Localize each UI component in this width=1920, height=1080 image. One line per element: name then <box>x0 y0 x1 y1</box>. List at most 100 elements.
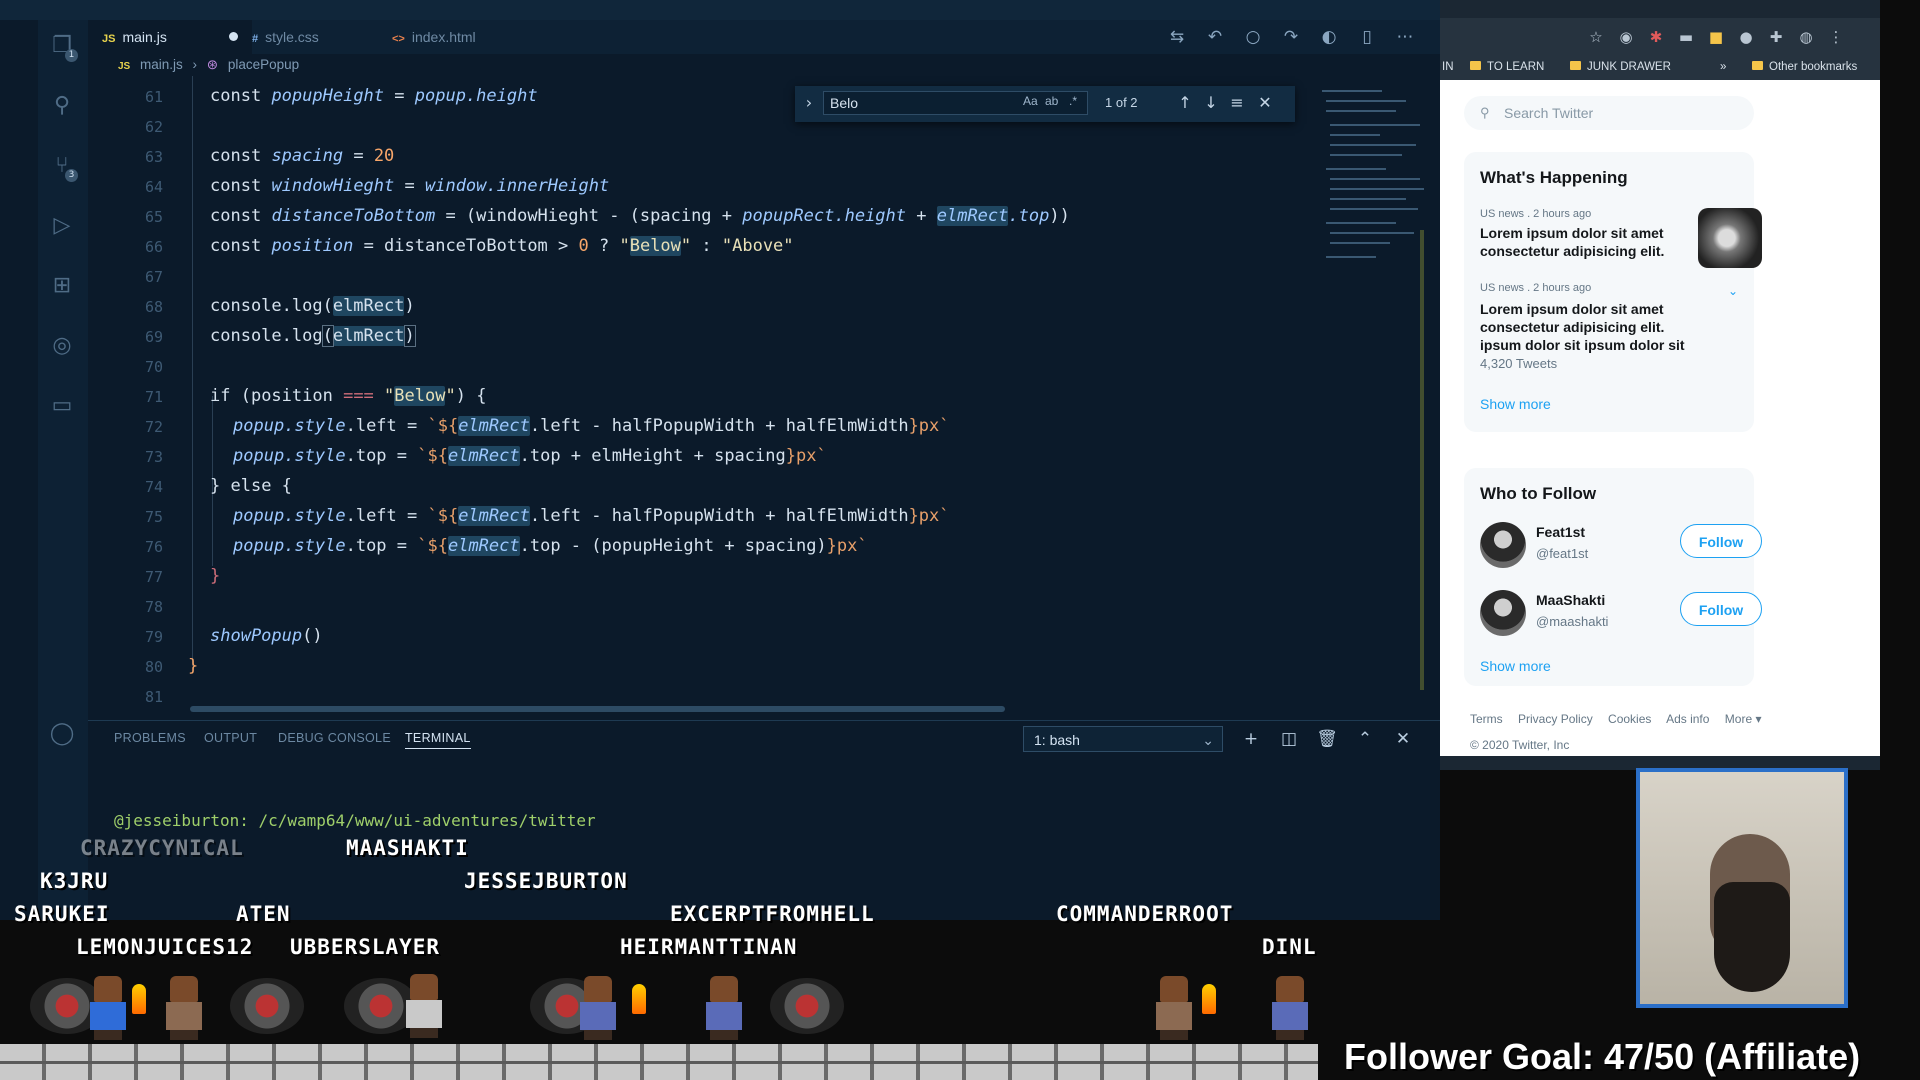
bottom-panel: PROBLEMS OUTPUT DEBUG CONSOLE TERMINAL 1… <box>88 720 1440 920</box>
follow-button[interactable]: Follow <box>1680 592 1762 626</box>
user-handle: @maashakti <box>1536 614 1609 629</box>
tab-terminal[interactable]: TERMINAL <box>405 731 471 749</box>
terminal-prompt[interactable]: @jesseiburton: /c/wamp64/www/ui-adventur… <box>114 811 596 830</box>
close-find-icon[interactable]: ✕ <box>1255 92 1275 114</box>
go-forward-icon[interactable]: ↷ <box>1280 26 1302 48</box>
maximize-panel-icon[interactable]: ⌃ <box>1354 729 1376 749</box>
extensions-icon[interactable]: ⊞ <box>48 272 76 300</box>
show-more-link[interactable]: Show more <box>1480 658 1551 674</box>
user-name[interactable]: Feat1st <box>1536 524 1585 540</box>
bookmarks-bar: IN TO LEARN JUNK DRAWER » Other bookmark… <box>1440 56 1880 80</box>
card-title: Who to Follow <box>1480 484 1597 503</box>
new-terminal-icon[interactable]: + <box>1240 729 1262 749</box>
footer-link[interactable]: Ads info <box>1666 712 1709 726</box>
star-icon[interactable]: ☆ <box>1586 27 1606 47</box>
js-file-icon: JS <box>118 61 131 72</box>
extension-icon[interactable]: ◉ <box>1616 27 1636 47</box>
trend-text[interactable]: Lorem ipsum dolor sit amet consectetur a… <box>1480 300 1690 354</box>
vertical-scrollbar[interactable] <box>1418 80 1426 690</box>
chevron-down-icon[interactable]: ⌄ <box>1728 284 1738 298</box>
footer-link[interactable]: Privacy Policy <box>1518 712 1593 726</box>
live-share-icon[interactable]: ◐ <box>1318 26 1340 48</box>
tab-label: main.js <box>122 29 167 45</box>
bookmark-folder[interactable]: TO LEARN <box>1470 61 1544 73</box>
circle-icon[interactable]: ○ <box>1242 26 1264 48</box>
tab-style-css[interactable]: # style.css <box>238 20 392 54</box>
match-case-toggle[interactable]: Aa <box>1023 94 1038 108</box>
extension-icon[interactable]: ✱ <box>1646 27 1666 47</box>
previous-match-icon[interactable]: ↑ <box>1175 92 1195 114</box>
bookmark-folder[interactable]: JUNK DRAWER <box>1570 61 1671 73</box>
bookmark-item[interactable]: IN <box>1442 61 1454 73</box>
folder-icon[interactable]: ▭ <box>48 392 76 420</box>
trend-text[interactable]: Lorem ipsum dolor sit amet consectetur a… <box>1480 224 1690 260</box>
close-panel-icon[interactable]: ✕ <box>1392 729 1414 749</box>
next-match-icon[interactable]: ↓ <box>1201 92 1221 114</box>
trash-icon[interactable]: 🗑 <box>1316 729 1338 749</box>
whole-word-toggle[interactable]: ab <box>1045 94 1058 108</box>
user-name[interactable]: MaaShakti <box>1536 592 1605 608</box>
show-more-link[interactable]: Show more <box>1480 396 1551 412</box>
bookmarks-overflow[interactable]: » <box>1720 61 1726 73</box>
tab-debug-console[interactable]: DEBUG CONSOLE <box>278 731 391 745</box>
footer-link[interactable]: Terms <box>1470 712 1503 726</box>
follower-goal-label: Follower Goal: 47/50 (Affiliate) <box>1344 1036 1861 1077</box>
puzzle-icon[interactable]: ✚ <box>1766 27 1786 47</box>
more-actions-icon[interactable]: ⋯ <box>1394 26 1416 48</box>
split-terminal-icon[interactable]: ◫ <box>1278 729 1300 749</box>
folder-icon <box>1470 61 1481 70</box>
twitter-page: ⚲ Search Twitter What's Happening US new… <box>1440 80 1880 756</box>
minimap[interactable] <box>1322 80 1432 310</box>
tab-output[interactable]: OUTPUT <box>204 731 257 745</box>
compare-icon[interactable]: ⇆ <box>1166 26 1188 48</box>
extension-icon[interactable]: ▬ <box>1676 27 1696 47</box>
go-back-icon[interactable]: ↶ <box>1204 26 1226 48</box>
pet-sprite <box>570 970 626 1040</box>
code-line: console.log(elmRect) <box>210 296 415 316</box>
run-icon[interactable]: ▷ <box>48 212 76 240</box>
explorer-icon[interactable]: ❐ 1 <box>48 32 78 62</box>
whats-happening-card: What's Happening US news . 2 hours ago L… <box>1464 152 1762 432</box>
source-control-icon[interactable]: ⑂ 3 <box>48 152 78 182</box>
search-input[interactable]: ⚲ Search Twitter <box>1464 96 1754 130</box>
footer-link[interactable]: More ▾ <box>1725 712 1762 726</box>
extension-icon[interactable]: ● <box>1736 27 1756 47</box>
toggle-replace-icon[interactable]: › <box>799 92 819 114</box>
find-widget: › Aa ab .* 1 of 2 ↑ ↓ ≡ ✕ <box>795 86 1295 122</box>
menu-bar <box>0 0 1440 20</box>
terminal-select[interactable]: 1: bash ⌄ <box>1023 726 1223 752</box>
tab-index-html[interactable]: <> index.html <box>378 20 542 54</box>
account-icon[interactable]: ◯ <box>48 720 76 748</box>
tab-main-js[interactable]: JS main.js <box>88 20 252 54</box>
line-number: 62 <box>144 118 163 136</box>
bookmark-folder[interactable]: Other bookmarks <box>1752 61 1857 73</box>
extension-icon[interactable]: ■ <box>1706 27 1726 47</box>
profile-avatar-icon[interactable]: ◍ <box>1796 27 1816 47</box>
split-editor-icon[interactable]: ▯ <box>1356 26 1378 48</box>
code-line: popup.style.top = `${elmRect.top + elmHe… <box>233 446 827 466</box>
chat-username: SARUKEI <box>14 902 110 926</box>
avatar[interactable] <box>1480 522 1526 568</box>
avatar[interactable] <box>1480 590 1526 636</box>
follow-button[interactable]: Follow <box>1680 524 1762 558</box>
horizontal-scrollbar[interactable] <box>190 706 1005 712</box>
chat-username: JESSEJBURTON <box>464 869 628 893</box>
tweet-count: 4,320 Tweets <box>1480 356 1558 371</box>
tab-label: style.css <box>265 29 319 45</box>
breadcrumb-symbol[interactable]: placePopup <box>228 57 299 72</box>
search-icon[interactable]: ⚲ <box>48 92 76 120</box>
breadcrumb-file[interactable]: main.js <box>140 57 183 72</box>
streamer-beard <box>1714 882 1790 992</box>
remote-icon[interactable]: ◎ <box>48 332 76 360</box>
menu-icon[interactable]: ⋮ <box>1826 27 1846 47</box>
code-line: popup.style.top = `${elmRect.top - (popu… <box>233 536 868 556</box>
torch-icon <box>1202 984 1216 1014</box>
code-editor[interactable]: 61 62 63 64 65 66 67 68 69 70 71 72 73 74 75 76 77 78 79 80… <box>88 76 1328 716</box>
terminal-select-value: 1: bash <box>1034 732 1080 748</box>
footer-link[interactable]: Cookies <box>1608 712 1651 726</box>
trend-image <box>1698 208 1762 268</box>
regex-toggle[interactable]: .* <box>1069 94 1077 108</box>
find-in-selection-icon[interactable]: ≡ <box>1227 92 1247 114</box>
tab-problems[interactable]: PROBLEMS <box>114 731 186 745</box>
line-number: 67 <box>144 268 163 286</box>
